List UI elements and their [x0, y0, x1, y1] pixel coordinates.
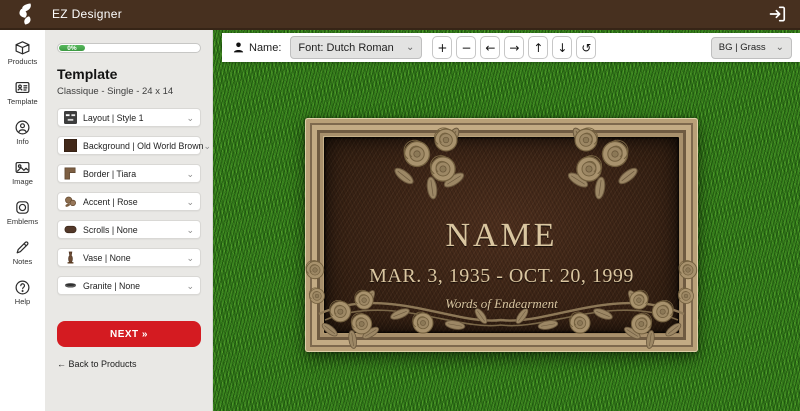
bg-select[interactable]: BG | Grass ⌄: [710, 36, 792, 59]
progress-bar: 0%: [57, 43, 201, 53]
nav-label: Emblems: [6, 217, 39, 226]
granite-thumbnail-icon: [64, 283, 77, 288]
chevron-down-icon: ⌄: [406, 41, 415, 53]
nav-label: Info: [16, 137, 29, 146]
back-to-products-link[interactable]: ← Back to Products: [57, 359, 137, 369]
zoom-in-button[interactable]: +: [432, 36, 453, 59]
dropdown-border[interactable]: Border | Tiara ⌄: [57, 164, 201, 183]
emblems-icon: [16, 201, 29, 214]
chevron-down-icon: ⌄: [186, 252, 194, 263]
option-label: Layout | Style 1: [83, 112, 144, 123]
nav-label: Products: [7, 57, 38, 66]
scrolls-thumbnail-icon: [64, 225, 77, 234]
nav-rail: Products Template Info Image Emblems Not…: [0, 30, 45, 411]
dropdown-granite[interactable]: Granite | None ⌄: [57, 276, 201, 295]
nav-label: Template: [7, 97, 38, 106]
font-select[interactable]: Font: Dutch Roman ⌄: [290, 36, 423, 59]
vase-thumbnail-icon: [67, 251, 74, 264]
bg-select-value: BG | Grass: [718, 42, 766, 53]
chevron-down-icon: ⌄: [186, 224, 194, 235]
nav-item-products[interactable]: Products: [0, 39, 45, 66]
sign-out-icon[interactable]: [768, 4, 788, 24]
option-label: Scrolls | None: [83, 224, 138, 235]
ez-logo-icon: [19, 3, 31, 25]
border-thumbnail-icon: [64, 167, 76, 180]
design-canvas[interactable]: Name: Font: Dutch Roman ⌄ + − ← → ↑ ↓ ↺ …: [213, 30, 800, 411]
progress-value: 0%: [67, 44, 77, 52]
main-layout: Products Template Info Image Emblems Not…: [0, 30, 800, 411]
chevron-down-icon: ⌄: [186, 168, 194, 179]
move-right-button[interactable]: →: [504, 36, 525, 59]
plaque-engraving: NAME MAR. 3, 1935 - OCT. 20, 1999 Words …: [324, 137, 679, 333]
option-label: Background | Old World Brown: [83, 140, 204, 151]
panel-title: Template: [57, 66, 118, 82]
help-question-icon: [15, 280, 30, 295]
dropdown-layout[interactable]: Layout | Style 1 ⌄: [57, 108, 201, 127]
move-down-button[interactable]: ↓: [552, 36, 573, 59]
option-label: Border | Tiara: [83, 168, 137, 179]
top-bar: EZ Designer: [0, 0, 800, 30]
chevron-down-icon: ⌄: [186, 112, 194, 123]
dropdown-scrolls[interactable]: Scrolls | None ⌄: [57, 220, 201, 239]
option-label: Granite | None: [83, 280, 141, 291]
nav-label: Help: [14, 297, 31, 306]
plaque-name-text[interactable]: NAME: [445, 217, 557, 255]
background-thumbnail-icon: [64, 139, 77, 152]
nav-label: Image: [12, 177, 33, 186]
undo-button[interactable]: ↺: [576, 36, 597, 59]
dropdown-background[interactable]: Background | Old World Brown ⌄: [57, 136, 211, 155]
nav-item-help[interactable]: Help: [0, 279, 45, 306]
plaque-preview[interactable]: NAME MAR. 3, 1935 - OCT. 20, 1999 Words …: [305, 118, 698, 352]
accent-rose-thumbnail-icon: [65, 196, 76, 207]
progress-fill: 0%: [59, 44, 85, 52]
plaque-endearment-text[interactable]: Words of Endearment: [445, 296, 557, 312]
layout-thumbnail-icon: [64, 111, 77, 124]
info-person-icon: [15, 120, 30, 135]
plaque-dates-text[interactable]: MAR. 3, 1935 - OCT. 20, 1999: [369, 265, 634, 288]
nav-label: Notes: [12, 257, 33, 266]
nav-item-emblems[interactable]: Emblems: [0, 199, 45, 226]
image-icon: [15, 161, 30, 174]
chevron-down-icon: ⌄: [203, 140, 211, 151]
zoom-out-button[interactable]: −: [456, 36, 477, 59]
nav-item-notes[interactable]: Notes: [0, 239, 45, 266]
panel-subtitle: Classique - Single - 24 x 14: [57, 86, 174, 97]
notes-pencil-icon: [16, 241, 29, 254]
nudge-button-group: + − ← → ↑ ↓ ↺: [432, 36, 597, 59]
nav-item-image[interactable]: Image: [0, 159, 45, 186]
app-title: EZ Designer: [52, 7, 122, 21]
template-panel: 0% Template Classique - Single - 24 x 14…: [45, 30, 213, 411]
chevron-down-icon: ⌄: [775, 41, 784, 53]
move-left-button[interactable]: ←: [480, 36, 501, 59]
dropdown-vase[interactable]: Vase | None ⌄: [57, 248, 201, 267]
template-card-icon: [15, 81, 30, 94]
name-field-label: Name:: [249, 41, 282, 54]
move-up-button[interactable]: ↑: [528, 36, 549, 59]
products-box-icon: [15, 41, 30, 55]
person-icon: [233, 42, 244, 53]
canvas-toolbar: Name: Font: Dutch Roman ⌄ + − ← → ↑ ↓ ↺ …: [222, 33, 800, 62]
chevron-down-icon: ⌄: [186, 196, 194, 207]
option-label: Accent | Rose: [83, 196, 138, 207]
option-label: Vase | None: [83, 252, 131, 263]
next-button[interactable]: NEXT »: [57, 321, 201, 347]
dropdown-accent[interactable]: Accent | Rose ⌄: [57, 192, 201, 211]
font-select-value: Font: Dutch Roman: [298, 41, 394, 54]
nav-item-info[interactable]: Info: [0, 119, 45, 146]
nav-item-template[interactable]: Template: [0, 79, 45, 106]
chevron-down-icon: ⌄: [186, 280, 194, 291]
